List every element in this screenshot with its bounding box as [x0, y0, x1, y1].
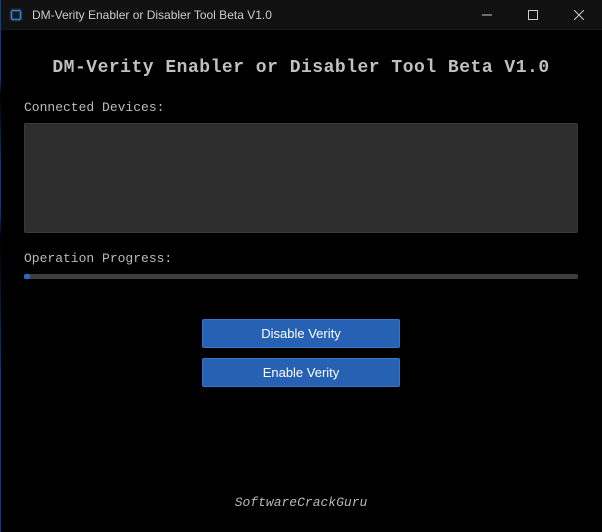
disable-verity-button[interactable]: Disable Verity: [202, 319, 400, 348]
footer-credit: SoftwareCrackGuru: [0, 495, 602, 510]
progress-fill: [24, 274, 30, 279]
enable-verity-button[interactable]: Enable Verity: [202, 358, 400, 387]
maximize-button[interactable]: [510, 0, 556, 29]
main-content: DM-Verity Enabler or Disabler Tool Beta …: [0, 30, 602, 387]
action-buttons: Disable Verity Enable Verity: [24, 319, 578, 387]
app-icon: [8, 7, 24, 23]
connected-devices-list[interactable]: [24, 123, 578, 233]
titlebar[interactable]: DM-Verity Enabler or Disabler Tool Beta …: [0, 0, 602, 30]
close-button[interactable]: [556, 0, 602, 29]
minimize-button[interactable]: [464, 0, 510, 29]
window-controls: [464, 0, 602, 29]
progress-bar: [24, 274, 578, 279]
window-left-border: [0, 0, 1, 532]
devices-label: Connected Devices:: [24, 100, 578, 115]
progress-label: Operation Progress:: [24, 251, 578, 266]
page-title: DM-Verity Enabler or Disabler Tool Beta …: [24, 58, 578, 78]
window-title: DM-Verity Enabler or Disabler Tool Beta …: [32, 8, 272, 22]
